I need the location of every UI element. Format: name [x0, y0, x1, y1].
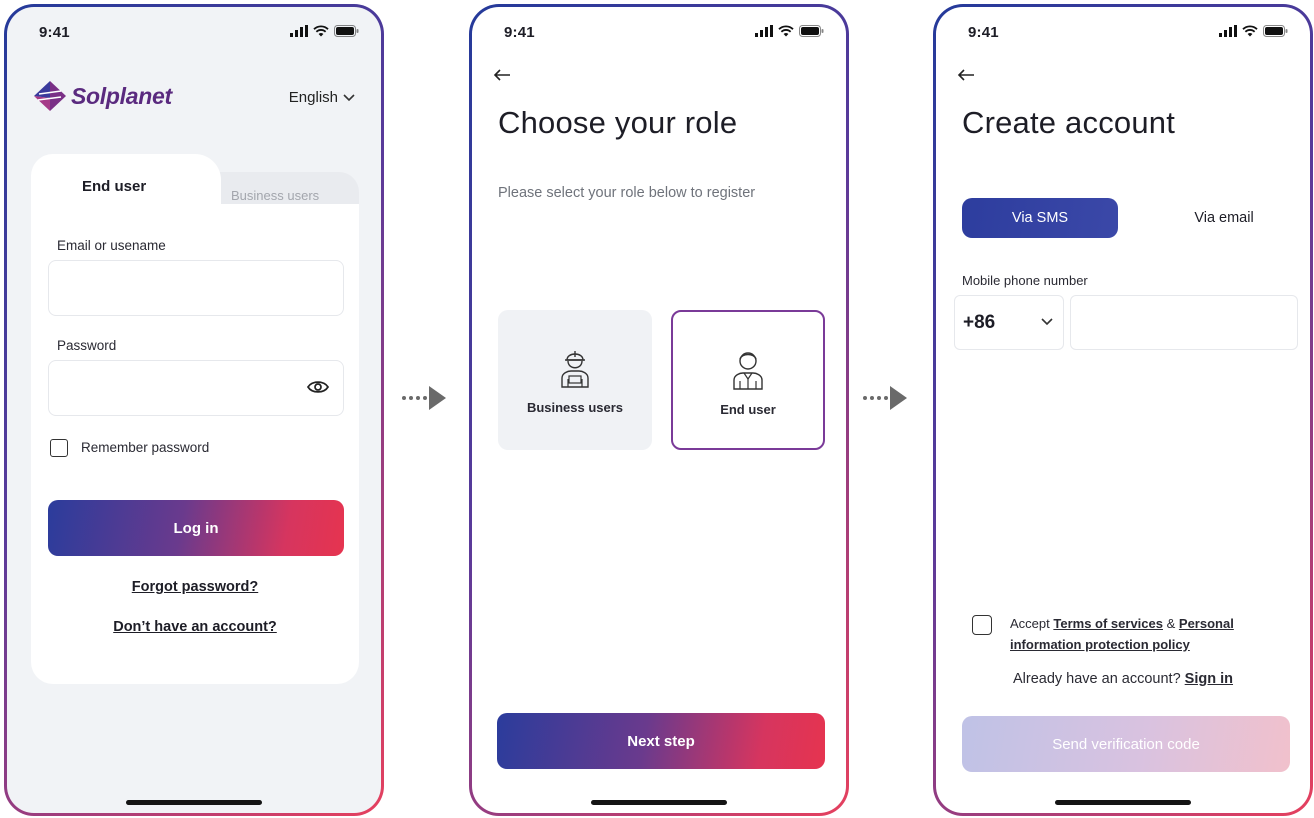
register-link[interactable]: Don’t have an account? [31, 619, 359, 635]
construction-worker-icon [561, 351, 589, 388]
page-title: Choose your role [498, 105, 738, 140]
create-account-phone-frame: 9:41 Create account Via SMS Via email Mo… [933, 4, 1313, 816]
role-card-end-user[interactable]: End user [671, 310, 825, 450]
mobile-phone-label: Mobile phone number [962, 273, 1088, 288]
battery-icon [1263, 25, 1288, 37]
remember-password-label: Remember password [81, 440, 210, 455]
login-screen: 9:41 Solplanet English End user Business… [7, 7, 381, 813]
status-icons [1219, 25, 1288, 37]
password-label: Password [57, 338, 117, 353]
country-code-value: +86 [963, 312, 996, 333]
role-label-business-users: Business users [526, 400, 624, 415]
email-field[interactable] [48, 260, 344, 316]
language-label: English [288, 89, 338, 106]
terms-and: & [1166, 616, 1176, 631]
user-person-icon [733, 352, 763, 390]
password-field[interactable] [48, 360, 344, 416]
status-bar: 9:41 [936, 21, 1310, 45]
chevron-down-icon [343, 93, 355, 101]
role-screen: 9:41 Choose your role Please select your… [472, 7, 846, 813]
wifi-icon [778, 25, 794, 37]
login-button[interactable]: Log in [48, 500, 344, 556]
status-time: 9:41 [504, 24, 535, 41]
terms-of-services-link[interactable]: Terms of services [1053, 616, 1163, 631]
page-title: Create account [962, 105, 1176, 140]
login-phone-frame: 9:41 Solplanet English End user Business… [4, 4, 384, 816]
next-step-button[interactable]: Next step [497, 713, 825, 769]
remember-password-checkbox[interactable] [50, 439, 68, 457]
signal-icon [290, 25, 308, 37]
tab-via-sms[interactable]: Via SMS [962, 198, 1118, 238]
status-time: 9:41 [968, 24, 999, 41]
forgot-password-link[interactable]: Forgot password? [31, 579, 359, 595]
tab-end-user[interactable]: End user [31, 154, 221, 218]
send-verification-code-button[interactable]: Send verification code [962, 716, 1290, 772]
signal-icon [1219, 25, 1237, 37]
privacy-policy-link-part1[interactable]: Personal [1179, 616, 1234, 631]
chevron-down-icon [1041, 318, 1053, 326]
flow-arrow-icon [402, 386, 446, 410]
solplanet-logo: Solplanet [33, 79, 172, 113]
terms-prefix: Accept [1010, 616, 1050, 631]
brand-name: Solplanet [71, 82, 172, 109]
status-bar: 9:41 [7, 21, 381, 45]
status-time: 9:41 [39, 24, 70, 41]
back-arrow-icon[interactable] [492, 67, 512, 83]
role-label-end-user: End user [720, 402, 776, 417]
login-card: End user Business users Email or usename… [31, 154, 359, 684]
language-selector[interactable]: English [289, 89, 355, 106]
wifi-icon [1242, 25, 1258, 37]
battery-icon [334, 25, 359, 37]
terms-text: Accept Terms of services & Personal info… [1010, 613, 1270, 655]
tab-business-users[interactable]: Business users [231, 188, 319, 203]
signin-prompt: Already have an account? [1012, 671, 1181, 687]
signin-row: Already have an account? Sign in [936, 671, 1310, 687]
phone-number-field[interactable] [1070, 295, 1298, 350]
tab-via-email[interactable]: Via email [1146, 198, 1302, 238]
create-account-screen: 9:41 Create account Via SMS Via email Mo… [936, 7, 1310, 813]
status-bar: 9:41 [472, 21, 846, 45]
signal-icon [755, 25, 773, 37]
terms-checkbox[interactable] [972, 615, 992, 635]
home-indicator [126, 800, 262, 805]
back-arrow-icon[interactable] [956, 67, 976, 83]
page-subtitle: Please select your role below to registe… [498, 185, 756, 201]
country-code-select[interactable]: +86 [954, 295, 1064, 350]
wifi-icon [313, 25, 329, 37]
tab-end-user-label: End user [82, 178, 147, 195]
signin-link[interactable]: Sign in [1185, 671, 1233, 687]
flow-arrow-icon [863, 386, 907, 410]
home-indicator [1055, 800, 1191, 805]
eye-icon[interactable] [307, 379, 329, 395]
privacy-policy-link-part2[interactable]: information protection policy [1010, 637, 1190, 652]
email-label: Email or usename [57, 238, 166, 253]
status-icons [755, 25, 824, 37]
status-icons [290, 25, 359, 37]
home-indicator [591, 800, 727, 805]
role-phone-frame: 9:41 Choose your role Please select your… [469, 4, 849, 816]
solplanet-logo-mark-icon [34, 81, 66, 111]
role-card-business-users[interactable]: Business users [498, 310, 652, 450]
battery-icon [799, 25, 824, 37]
